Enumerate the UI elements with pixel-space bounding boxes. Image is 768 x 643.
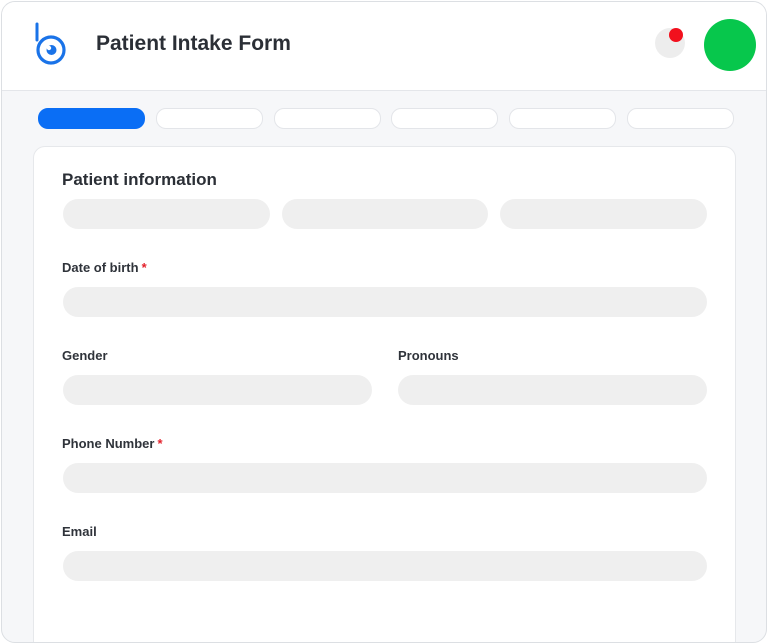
- step-1[interactable]: [38, 108, 145, 129]
- step-3[interactable]: [274, 108, 381, 129]
- pronouns-select[interactable]: [398, 375, 707, 405]
- required-asterisk: *: [157, 436, 163, 451]
- required-asterisk: *: [141, 260, 147, 275]
- gender-label: Gender: [62, 348, 108, 363]
- pronouns-label: Pronouns: [398, 348, 459, 363]
- step-5[interactable]: [509, 108, 616, 129]
- first-name-input[interactable]: [63, 199, 270, 229]
- gender-select[interactable]: [63, 375, 372, 405]
- avatar[interactable]: [704, 19, 756, 71]
- page-title: Patient Intake Form: [96, 32, 291, 55]
- phone-number-label: Phone Number *: [62, 436, 163, 451]
- app-header: Patient Intake Form: [2, 2, 766, 91]
- phone-number-input[interactable]: [63, 463, 707, 493]
- middle-name-input[interactable]: [282, 199, 488, 229]
- notification-badge: [669, 28, 683, 42]
- date-of-birth-label: Date of birth *: [62, 260, 147, 275]
- app-window: Patient Intake Form Patient information …: [1, 1, 767, 643]
- step-2[interactable]: [156, 108, 263, 129]
- form-card: Patient information Date of birth * Gende…: [33, 146, 736, 642]
- step-4[interactable]: [391, 108, 498, 129]
- email-input[interactable]: [63, 551, 707, 581]
- date-of-birth-input[interactable]: [63, 287, 707, 317]
- email-label: Email: [62, 524, 97, 539]
- section-title: Patient information: [62, 170, 217, 189]
- last-name-input[interactable]: [500, 199, 707, 229]
- step-6[interactable]: [627, 108, 734, 129]
- app-logo-icon[interactable]: [32, 22, 68, 68]
